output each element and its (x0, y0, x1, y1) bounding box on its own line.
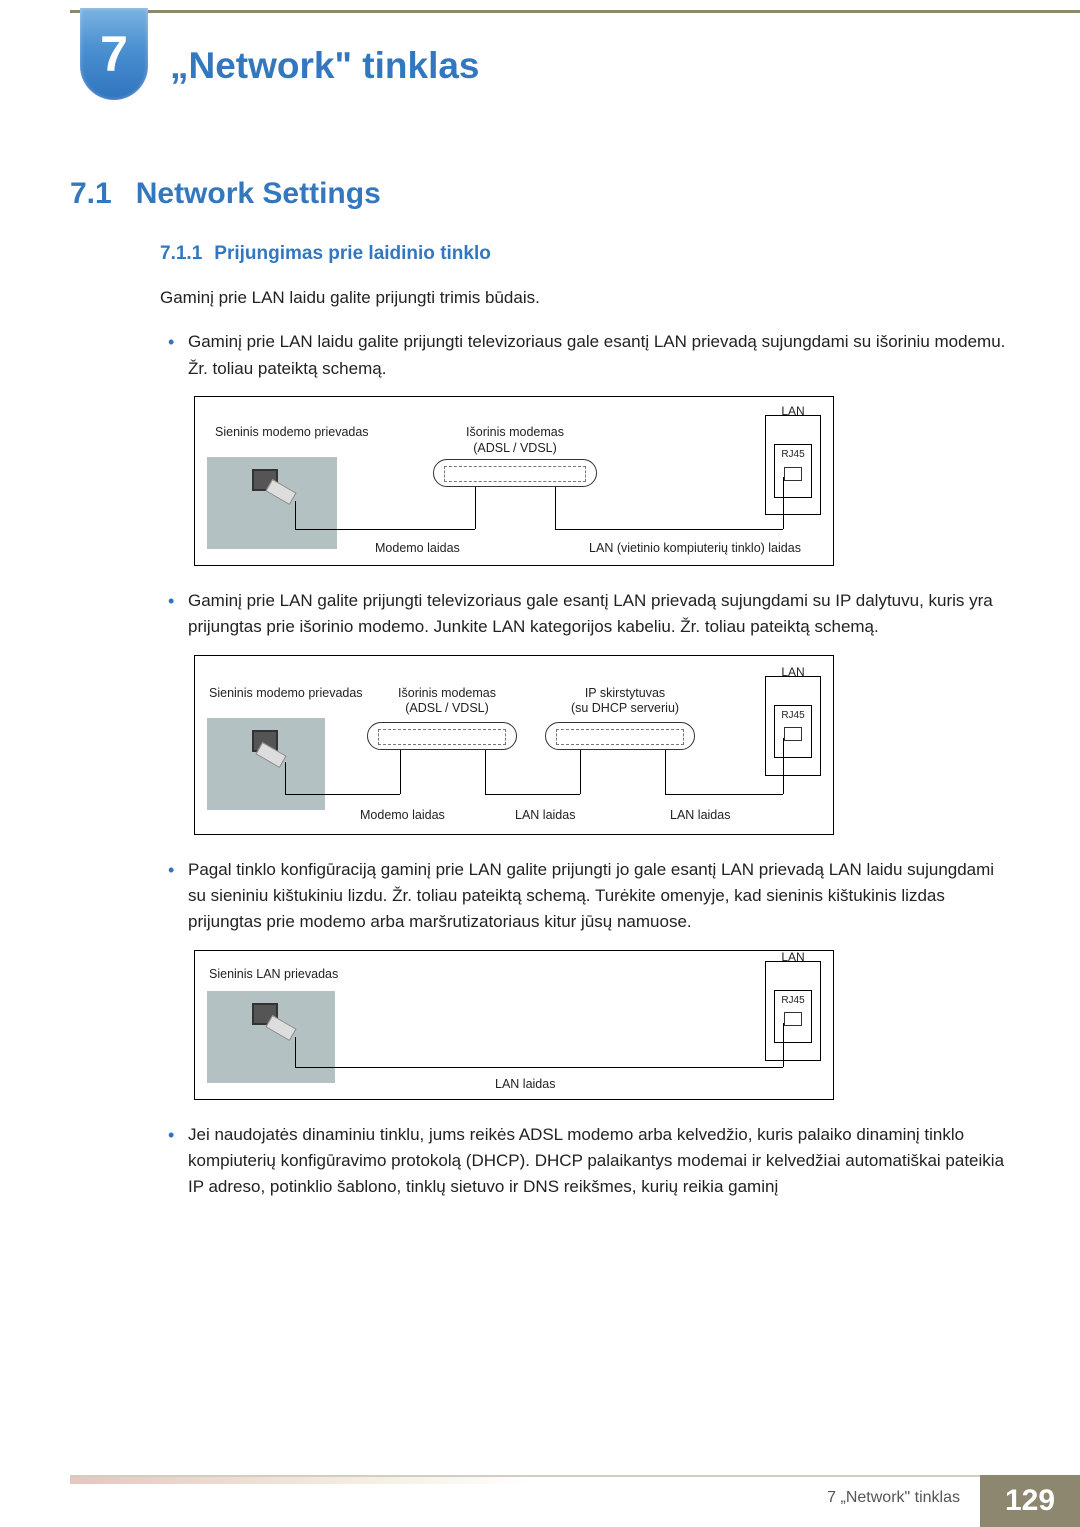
cable (665, 750, 666, 794)
label-ip-router-sub: (su DHCP serveriu) (571, 701, 679, 715)
diagram-wall-direct: Sieninis LAN prievadas LAN RJ45 LAN laid… (194, 950, 834, 1100)
rj45-port-icon (784, 1012, 802, 1026)
footer-gradient (70, 1477, 530, 1484)
label-lan: LAN (766, 948, 820, 967)
label-rj45: RJ45 (781, 449, 804, 460)
cable (295, 501, 296, 529)
header-rule (70, 10, 1080, 13)
cable (295, 529, 475, 530)
wall-panel (207, 718, 325, 810)
label-modem-cable: Modemo laidas (375, 541, 460, 557)
lan-port-box: LAN RJ45 (765, 415, 821, 515)
bullet-2: Gaminį prie LAN galite prijungti televiz… (160, 588, 1010, 641)
label-rj45: RJ45 (781, 710, 804, 721)
rj45-port-icon (784, 467, 802, 481)
subsection-number: 7.1.1 (160, 243, 202, 264)
lan-port-box: LAN RJ45 (765, 961, 821, 1061)
label-wall-port: Sieninis modemo prievadas (209, 686, 363, 702)
cable (580, 750, 581, 794)
cable (475, 487, 476, 529)
footer-chapter-text: 7 „Network" tinklas (827, 1489, 960, 1507)
label-external-modem: Išorinis modemas (ADSL / VDSL) (455, 425, 575, 456)
cable (400, 750, 401, 794)
section-heading: 7.1 Network Settings (70, 177, 1010, 211)
chapter-header: 7 „Network" tinklas (70, 0, 1010, 87)
label-rj45: RJ45 (781, 995, 804, 1006)
rj45-port-icon (784, 727, 802, 741)
cable (665, 794, 783, 795)
label-lan: LAN (766, 663, 820, 682)
diagram-modem-router: Sieninis modemo prievadas Išorinis modem… (194, 655, 834, 835)
cable (783, 738, 784, 794)
lan-port-box: LAN RJ45 (765, 676, 821, 776)
subsection-title: Prijungimas prie laidinio tinklo (214, 243, 491, 264)
label-adsl-text: (ADSL / VDSL) (405, 701, 489, 715)
cable (783, 477, 784, 529)
rj45-frame: RJ45 (774, 705, 812, 759)
section-number: 7.1 (70, 177, 112, 210)
page-number-badge: 129 (980, 1475, 1080, 1527)
cable (295, 1037, 296, 1067)
cable (295, 1067, 783, 1068)
subsection-heading: 7.1.1 Prijungimas prie laidinio tinklo (160, 243, 1010, 265)
bullet-4: Jei naudojatės dinaminiu tinklu, jums re… (160, 1122, 1010, 1201)
cable (285, 794, 400, 795)
label-lan-cable: LAN laidas (495, 1077, 555, 1093)
label-wall-port: Sieninis modemo prievadas (215, 425, 369, 441)
label-ip-router-text: IP skirstytuvas (585, 686, 665, 700)
modem-device (433, 459, 597, 487)
cable (485, 750, 486, 794)
label-lan-cable: LAN laidas (515, 808, 575, 824)
chapter-title: „Network" tinklas (170, 10, 1010, 87)
label-external-modem: Išorinis modemas (ADSL / VDSL) (387, 686, 507, 717)
cable (555, 529, 783, 530)
label-lan: LAN (766, 402, 820, 421)
cable (555, 487, 556, 529)
router-device (545, 722, 695, 750)
diagram-modem-direct: Sieninis modemo prievadas Išorinis modem… (194, 396, 834, 566)
label-ip-router: IP skirstytuvas (su DHCP serveriu) (555, 686, 695, 717)
page-footer: 7 „Network" tinklas 129 (0, 1475, 1080, 1527)
label-ext-modem-text: Išorinis modemas (398, 686, 496, 700)
section-title: Network Settings (136, 177, 381, 210)
cable (485, 794, 580, 795)
rj45-frame: RJ45 (774, 990, 812, 1044)
intro-text: Gaminį prie LAN laidu galite prijungti t… (160, 285, 1010, 311)
label-ext-modem-text: Išorinis modemas (466, 425, 564, 439)
bullet-3: Pagal tinklo konfigūraciją gaminį prie L… (160, 857, 1010, 936)
modem-device (367, 722, 517, 750)
cable (285, 762, 286, 794)
label-adsl-text: (ADSL / VDSL) (473, 441, 557, 455)
cable (783, 1023, 784, 1067)
wall-panel (207, 991, 335, 1083)
label-modem-cable: Modemo laidas (360, 808, 445, 824)
label-lan-cable-long: LAN (vietinio kompiuterių tinklo) laidas (585, 541, 805, 557)
rj45-frame: RJ45 (774, 444, 812, 498)
chapter-number-tab: 7 (80, 8, 148, 100)
label-wall-lan-port: Sieninis LAN prievadas (209, 967, 338, 983)
label-lan-cable: LAN laidas (670, 808, 730, 824)
wall-panel (207, 457, 337, 549)
bullet-1: Gaminį prie LAN laidu galite prijungti t… (160, 329, 1010, 382)
